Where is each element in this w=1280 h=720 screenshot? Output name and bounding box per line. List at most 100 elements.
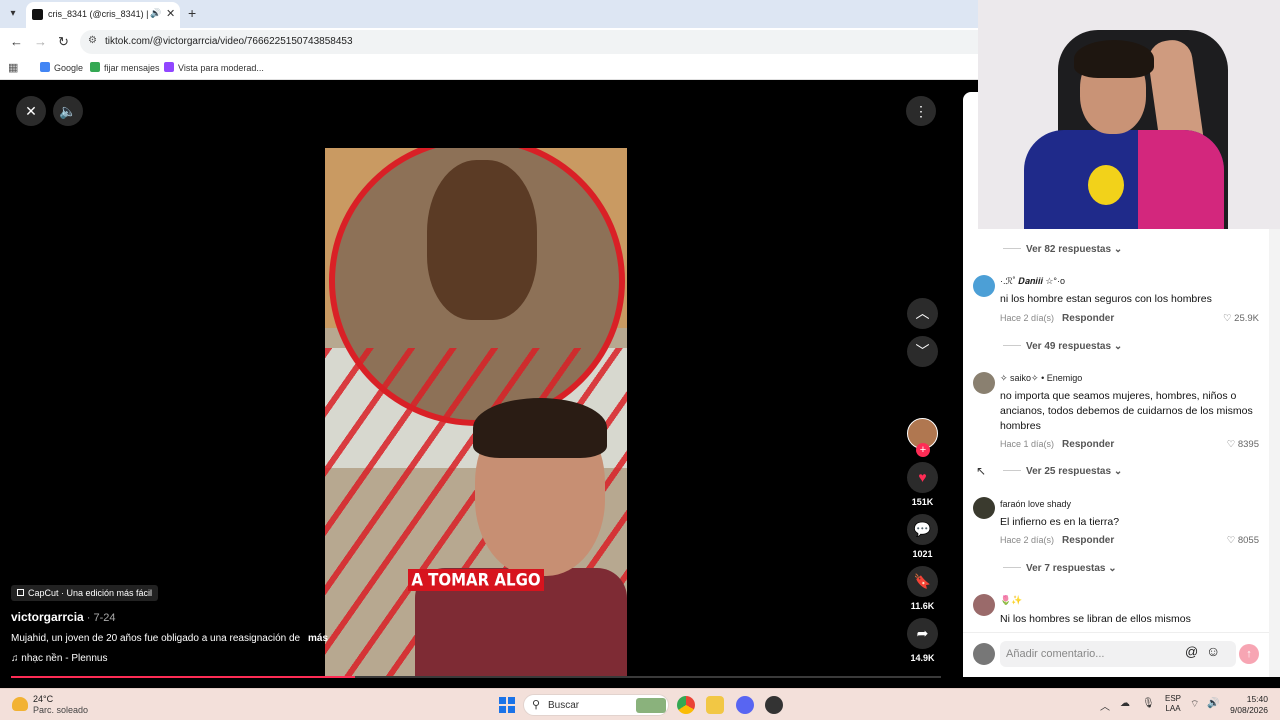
chevron-up-icon[interactable]: ︿ <box>907 298 938 329</box>
comment-like[interactable]: ♡ 25.9K <box>1223 313 1259 324</box>
weather-icon[interactable] <box>12 697 28 711</box>
comment-meta: Hace 1 día(s) Responder <box>1000 439 1115 450</box>
at-icon[interactable]: @ <box>1185 644 1198 659</box>
url-text[interactable]: tiktok.com/@victorgarrcia/video/76662251… <box>105 36 353 47</box>
avatar[interactable] <box>973 275 995 297</box>
send-icon[interactable]: ↑ <box>1239 644 1259 664</box>
comment-composer: Añadir comentario... @ ☺ ↑ <box>963 632 1269 677</box>
comment-like[interactable]: ♡ 8055 <box>1227 535 1259 546</box>
heart-outline-icon: ♡ <box>1226 439 1238 450</box>
site-info-icon[interactable]: ⚙ <box>88 35 97 46</box>
microphone-icon[interactable]: 🎙 <box>1142 698 1155 709</box>
url-field[interactable]: ⚙ tiktok.com/@victorgarrcia/video/766622… <box>80 30 978 54</box>
browser-tabbar: ▾ cris_8341 (@cris_8341) | Tik 🔊 ✕ + <box>0 0 978 28</box>
comment-icon[interactable]: 💬 <box>907 514 938 545</box>
speaker-icon[interactable]: 🔊 <box>1207 698 1219 709</box>
chevron-down-icon[interactable]: ﹀ <box>907 336 938 367</box>
view-replies-button[interactable]: Ver 25 respuestas ⌄ <box>1003 466 1122 477</box>
avatar[interactable] <box>973 372 995 394</box>
progress-bar[interactable] <box>11 676 941 678</box>
comment-like[interactable]: ♡ 8395 <box>1227 439 1259 450</box>
progress-fill <box>11 676 356 678</box>
reply-button[interactable]: Responder <box>1062 535 1114 546</box>
emoji-icon[interactable]: ☺ <box>1206 643 1220 659</box>
twitch-icon <box>164 62 174 72</box>
wifi-icon[interactable]: ⌔ <box>1190 698 1199 711</box>
forward-icon[interactable]: → <box>34 34 47 49</box>
apps-grid-icon[interactable]: ▦ <box>8 61 18 74</box>
windows-start-icon[interactable] <box>499 697 515 713</box>
comment-username[interactable]: 🌷✨ <box>1000 595 1022 606</box>
music-link[interactable]: ♫ nhạc nền - Plennus <box>11 653 107 664</box>
heart-icon[interactable]: ♥ <box>907 462 938 493</box>
reply-button[interactable]: Responder <box>1062 439 1114 450</box>
capcut-badge[interactable]: CapCut · Una edición más fácil <box>11 585 159 601</box>
comment-input[interactable]: Añadir comentario... <box>1000 641 1236 667</box>
chat-icon <box>90 62 100 72</box>
video-caption: A TOMAR ALGO <box>325 569 627 591</box>
shares-count: 14.9K <box>910 653 935 663</box>
google-icon <box>40 62 50 72</box>
new-tab-icon[interactable]: + <box>188 5 196 21</box>
language-indicator[interactable]: ESP LAA <box>1165 694 1181 714</box>
temperature[interactable]: 24°C <box>33 694 53 704</box>
comments-count: 1021 <box>912 549 933 559</box>
man-portrait <box>427 160 537 320</box>
saves-count: 11.6K <box>910 601 935 611</box>
reply-button[interactable]: Responder <box>1062 313 1114 324</box>
avatar <box>973 643 995 665</box>
avatar[interactable] <box>973 497 995 519</box>
comment-username[interactable]: faraón love shady <box>1000 499 1071 509</box>
tab-audio-icon[interactable]: 🔊 <box>150 8 161 19</box>
comment-text: Ni los hombres se libran de ellos mismos <box>1000 613 1191 625</box>
comment-text: ni los hombre estan seguros con los homb… <box>1000 293 1212 305</box>
bookmark-vista-moderador[interactable]: Vista para moderad... <box>164 62 264 73</box>
weather-description[interactable]: Parc. soleado <box>33 705 88 715</box>
clock[interactable]: 15:40 9/08/2026 <box>1228 694 1268 716</box>
follow-plus-icon[interactable]: + <box>916 443 930 457</box>
webcam-overlay <box>978 0 1280 229</box>
comment-username[interactable]: ·.ℛ˚ 𝑫𝒂𝒏𝒊𝒊𝒊 ☆°·o <box>1000 276 1065 287</box>
avatar[interactable] <box>973 594 995 616</box>
video-author[interactable]: victorgarrcia · 7-24 <box>11 610 116 624</box>
bookmark-google[interactable]: Google <box>40 62 83 73</box>
more-icon[interactable]: ⋮ <box>906 96 936 126</box>
back-icon[interactable]: ← <box>10 34 23 49</box>
view-replies-button[interactable]: Ver 49 respuestas ⌄ <box>1003 341 1122 352</box>
tab-search-icon[interactable]: ▾ <box>5 6 21 22</box>
comment-text: no importa que seamos mujeres, hombres, … <box>1000 390 1253 432</box>
more-button[interactable]: más <box>308 633 328 644</box>
taskbar-search[interactable]: ⚲ Buscar <box>523 694 669 716</box>
heart-outline-icon: ♡ <box>1226 535 1238 546</box>
video-player[interactable]: A TOMAR ALGO <box>325 148 627 678</box>
bookmark-fijar-mensajes[interactable]: fijar mensajes <box>90 62 160 73</box>
bookmarks-bar: ▦ Google fijar mensajes Vista para moder… <box>0 56 978 80</box>
comment-meta: Hace 2 día(s) Responder <box>1000 313 1115 324</box>
volume-icon[interactable]: 🔈 <box>53 96 83 126</box>
reload-icon[interactable]: ↻ <box>58 34 69 50</box>
tiktok-favicon-icon <box>32 9 43 20</box>
comment-username[interactable]: ✧ saiko✧ • Enemigo <box>1000 373 1082 384</box>
bookmark-icon[interactable]: 🔖 <box>907 566 938 597</box>
browser-tab[interactable]: cris_8341 (@cris_8341) | Tik 🔊 ✕ <box>26 2 180 28</box>
video-stage: ✕ 🔈 ⋮ A TOMAR ALGO ︿ ﹀ + ♥ 151K 💬 1021 🔖… <box>0 80 963 680</box>
address-bar: ← → ↻ ⚙ tiktok.com/@victorgarrcia/video/… <box>0 28 978 56</box>
obs-icon[interactable] <box>765 696 783 714</box>
share-icon[interactable]: ➦ <box>907 618 938 649</box>
heart-outline-icon: ♡ <box>1223 313 1235 324</box>
video-date: · 7-24 <box>83 612 116 624</box>
tab-close-icon[interactable]: ✕ <box>166 7 175 20</box>
network-app-icon[interactable]: ☁ <box>1120 698 1130 709</box>
search-icon: ⚲ <box>532 699 541 711</box>
music-icon: ♫ <box>11 653 22 664</box>
file-explorer-icon[interactable] <box>706 696 724 714</box>
view-replies-button[interactable]: Ver 7 respuestas ⌄ <box>1003 563 1117 574</box>
chrome-icon[interactable] <box>677 696 695 714</box>
taskbar: 24°C Parc. soleado ⚲ Buscar ︿ ☁ 🎙 ESP LAA… <box>0 688 1280 720</box>
close-icon[interactable]: ✕ <box>16 96 46 126</box>
discord-icon[interactable] <box>736 696 754 714</box>
comment-text: El infierno es en la tierra? <box>1000 516 1120 528</box>
comment-meta: Hace 2 día(s) Responder <box>1000 535 1115 546</box>
view-replies-button[interactable]: Ver 82 respuestas ⌄ <box>1003 244 1122 255</box>
tray-chevron-up-icon[interactable]: ︿ <box>1100 698 1110 713</box>
